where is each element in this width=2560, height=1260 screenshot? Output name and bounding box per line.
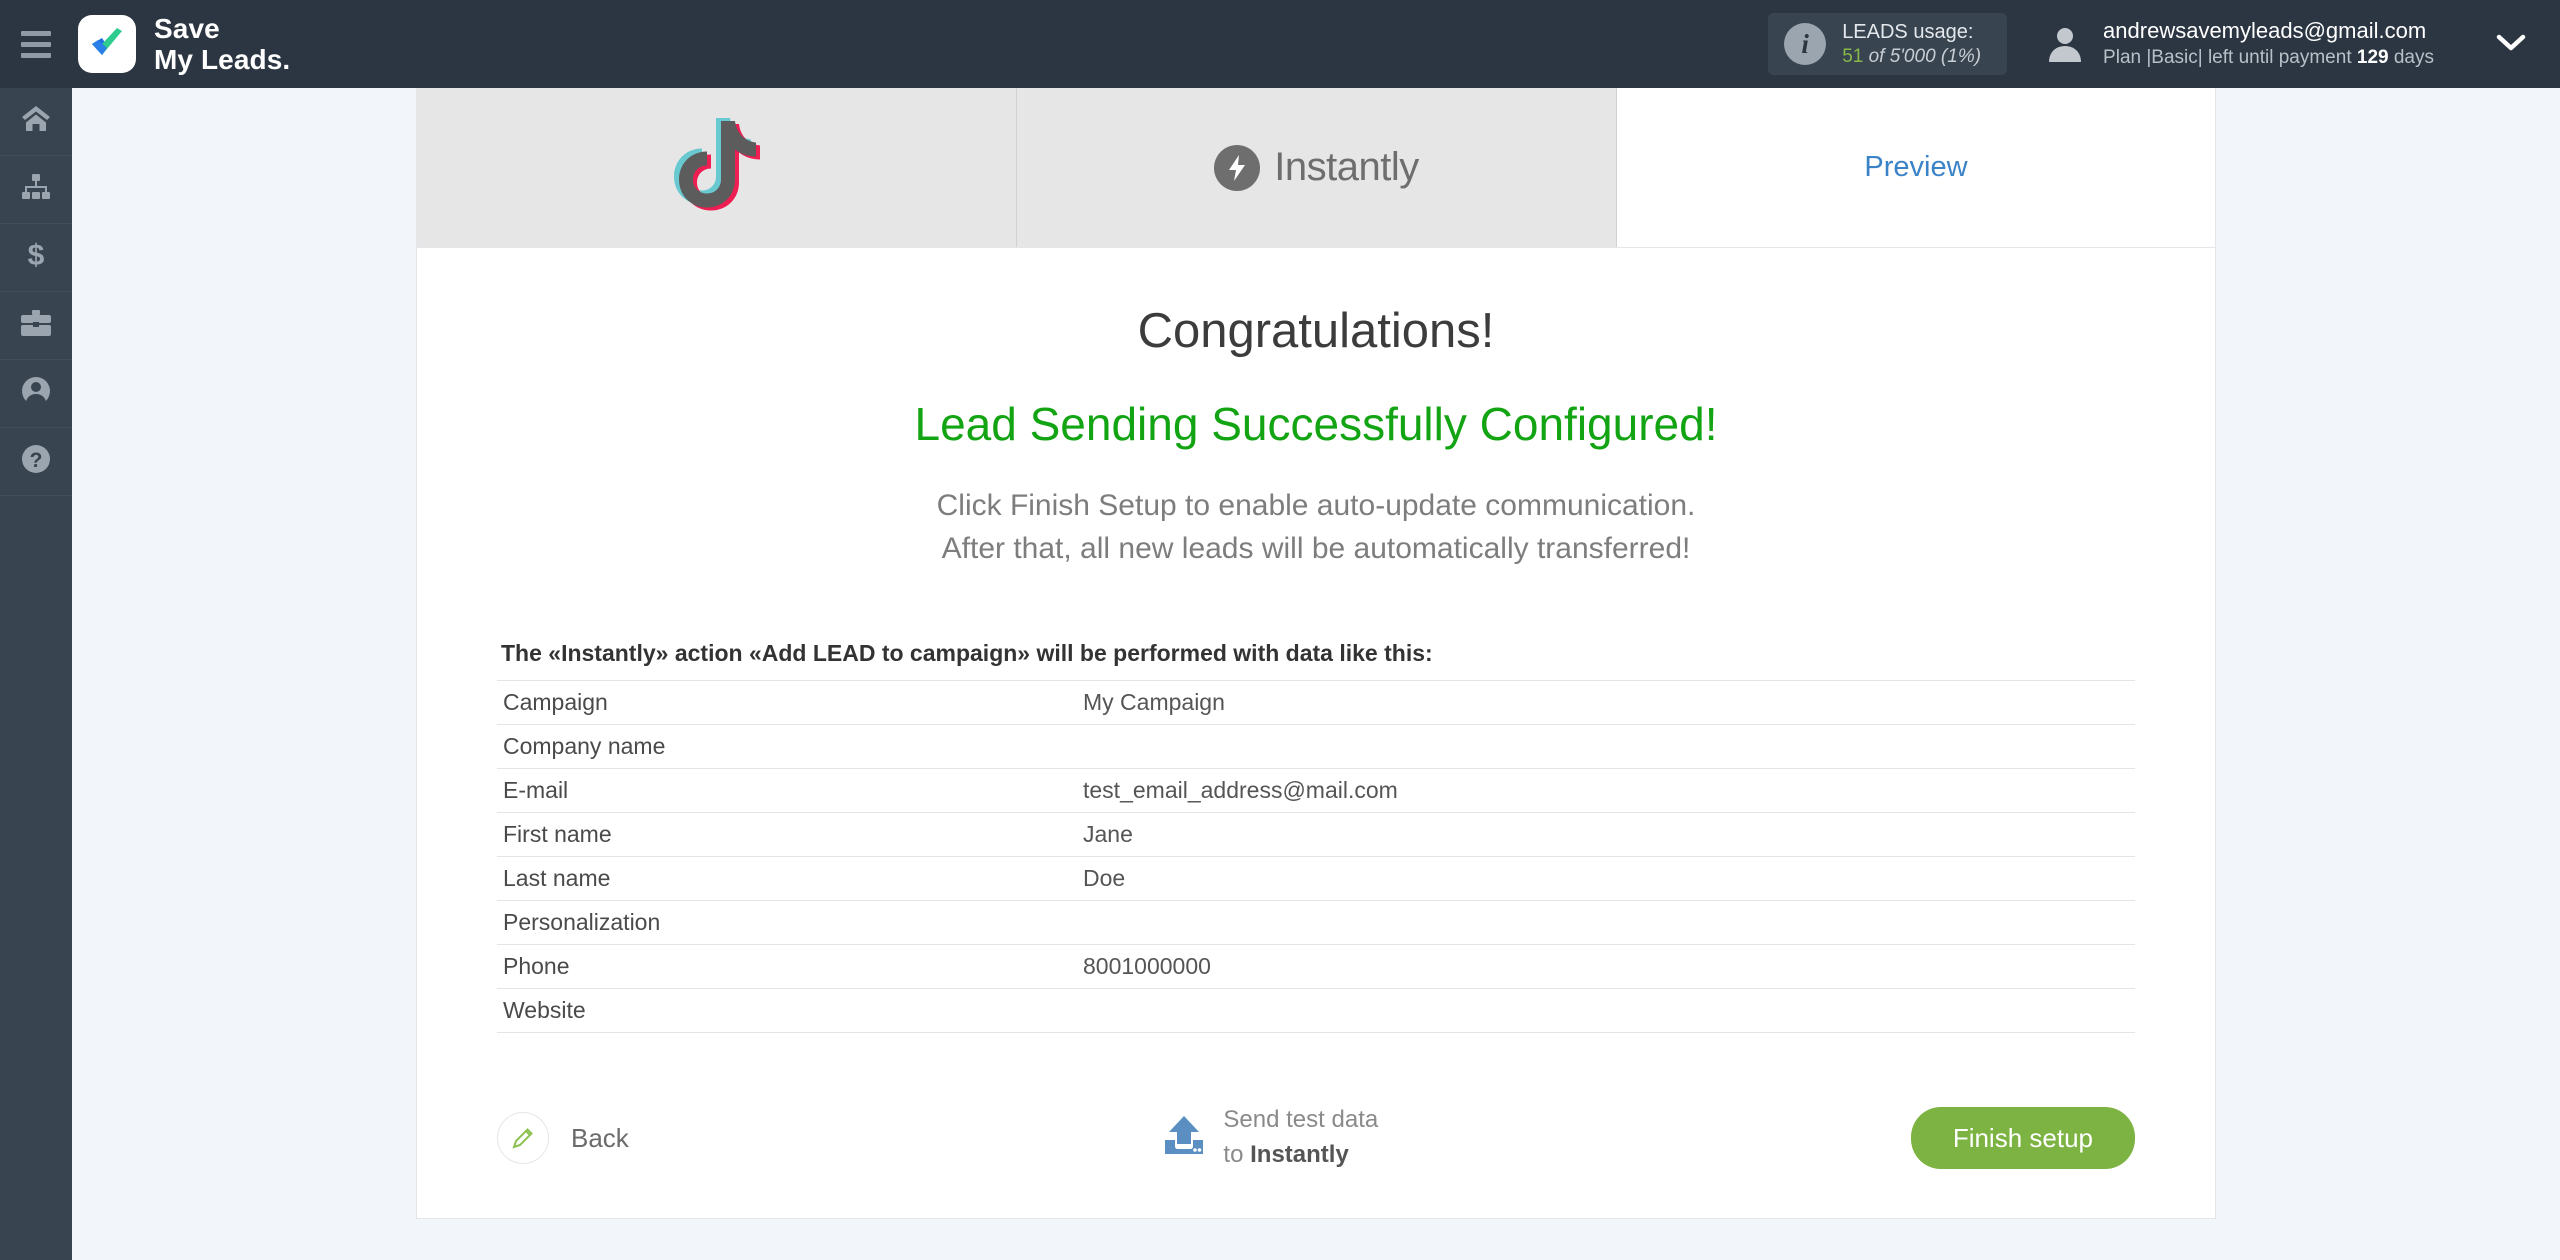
table-row: Last name Doe [497,856,2135,901]
sidebar-item-help[interactable]: ? [0,428,72,496]
field-value: test_email_address@mail.com [1077,768,2135,813]
leads-usage-title: LEADS usage: [1842,20,1974,43]
field-value: Doe [1077,856,2135,901]
tab-tiktok[interactable] [417,88,1017,247]
setup-tabs: Instantly Preview [417,88,2215,248]
table-row: E-mail test_email_address@mail.com [497,768,2135,813]
field-value [1077,724,2135,769]
main-card: Instantly Preview Congratulations! Lead … [416,88,2216,1219]
table-row: Phone 8001000000 [497,944,2135,989]
field-label: E-mail [497,768,1077,813]
tiktok-logo-icon [673,117,760,218]
card-footer: Back Send test data to Instantly Finish … [497,1093,2135,1183]
back-button[interactable]: Back [497,1112,629,1165]
preview-table-body: Campaign My Campaign Company name E-mail… [497,680,2135,1034]
hamburger-bar [21,41,51,47]
brand-name: Save My Leads. [154,12,291,75]
leads-used: 51 [1842,45,1864,67]
plan-suffix: days [2388,46,2434,68]
leads-usage-box[interactable]: i LEADS usage: 51 of 5'000 (1%) [1768,13,2008,75]
tab-preview-label: Preview [1864,151,1968,183]
header-right-cluster: i LEADS usage: 51 of 5'000 (1%) andrewsa… [1768,0,2560,88]
send-test-line1: Send test data [1223,1106,1379,1134]
field-label: Company name [497,724,1077,769]
account-email: andrewsavemyleads@gmail.com [2103,18,2427,44]
leads-usage-value: 51 of 5'000 (1%) [1842,45,1981,70]
hamburger-menu-icon[interactable] [0,0,72,88]
checkmark-logo-icon [78,15,136,73]
plan-days: 129 [2356,46,2389,68]
leads-percent: (1%) [1940,45,1982,67]
sidebar-item-home[interactable] [0,88,72,156]
field-label: Personalization [497,900,1077,945]
upload-icon [1161,1114,1207,1163]
svg-text:$: $ [28,240,45,270]
brand-logo[interactable]: Save My Leads. [78,13,290,76]
field-value: 8001000000 [1077,944,2135,989]
send-test-target: Instantly [1250,1141,1349,1169]
field-label: Website [497,988,1077,1034]
field-label: Last name [497,856,1077,901]
card-body: Congratulations! Lead Sending Successful… [417,303,2215,1183]
table-row: Campaign My Campaign [497,680,2135,725]
plan-prefix: Plan |Basic| left until payment [2103,46,2357,68]
instantly-logo-icon [1214,144,1261,191]
tab-instantly[interactable]: Instantly [1017,88,1617,247]
sidebar-item-business[interactable] [0,292,72,360]
field-value [1077,988,2135,1034]
account-plan: Plan |Basic| left until payment 129 days [2103,46,2434,71]
send-test-data-button[interactable]: Send test data to Instantly [1161,1103,1378,1173]
preview-table-intro: The «Instantly» action «Add LEAD to camp… [501,640,1433,667]
hamburger-bar [21,30,51,36]
table-row: Personalization [497,900,2135,945]
sidebar-item-connections[interactable] [0,156,72,224]
field-label: Campaign [497,680,1077,725]
field-value [1077,900,2135,945]
field-value: My Campaign [1077,680,2135,725]
sidebar: $ ? [0,88,72,1260]
briefcase-icon [21,310,51,341]
leads-limit: 5'000 [1889,45,1936,67]
preview-table: Campaign My Campaign Company name E-mail… [497,680,2135,1034]
field-label: Phone [497,944,1077,989]
field-value: Jane [1077,812,2135,857]
svg-text:?: ? [30,449,43,472]
info-icon: i [1784,23,1827,65]
question-circle-icon: ? [21,444,51,479]
tab-preview[interactable]: Preview [1617,88,2215,247]
table-row: Company name [497,724,2135,769]
leads-of: of [1863,45,1890,67]
dollar-icon: $ [26,239,46,275]
pencil-icon [497,1112,549,1165]
page-title: Congratulations! [1137,304,1495,358]
table-row: Website [497,988,2135,1034]
user-avatar-icon [2043,22,2087,66]
chevron-down-icon[interactable] [2496,32,2526,57]
sidebar-item-billing[interactable]: $ [0,224,72,292]
back-button-label: Back [571,1122,629,1153]
setup-hint: Click Finish Setup to enable auto-update… [936,489,1696,565]
sitemap-icon [21,174,51,205]
finish-setup-button[interactable]: Finish setup [1910,1107,2135,1170]
top-header: Save My Leads. i LEADS usage: 51 of 5'00… [0,0,2560,88]
sidebar-item-profile[interactable] [0,360,72,428]
success-subtitle: Lead Sending Successfully Configured! [914,398,1718,450]
send-test-prefix: to [1223,1141,1251,1169]
account-menu[interactable]: andrewsavemyleads@gmail.com Plan |Basic|… [2043,17,2434,70]
field-label: First name [497,812,1077,857]
tab-instantly-label: Instantly [1274,145,1419,189]
send-test-line2: to Instantly [1223,1138,1378,1173]
user-circle-icon [21,376,51,411]
home-icon [21,105,51,138]
table-row: First name Jane [497,812,2135,857]
hamburger-bar [21,52,51,58]
